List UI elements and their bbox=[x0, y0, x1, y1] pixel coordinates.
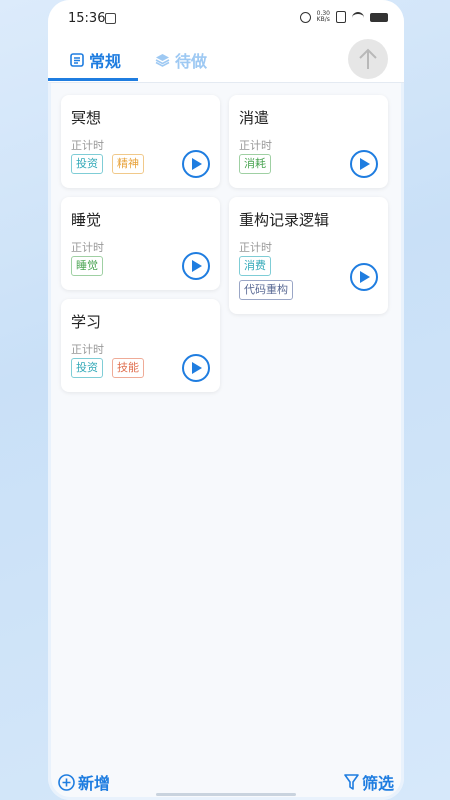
net-speed: 0.30 KB/s bbox=[316, 10, 330, 23]
card-subtitle: 正计时 bbox=[239, 241, 272, 254]
card-subtitle: 正计时 bbox=[71, 139, 104, 152]
play-icon bbox=[360, 271, 370, 283]
task-card[interactable]: 睡觉 正计时 睡觉 bbox=[61, 197, 220, 290]
wifi-icon bbox=[352, 11, 364, 23]
play-icon bbox=[192, 362, 202, 374]
play-icon bbox=[192, 158, 202, 170]
tab-label: 常规 bbox=[89, 52, 122, 71]
play-button[interactable] bbox=[350, 263, 378, 291]
filter-button[interactable]: 筛选 bbox=[344, 770, 394, 794]
add-circle-icon bbox=[58, 773, 75, 791]
tab-indicator bbox=[48, 78, 138, 81]
tag: 投资 bbox=[71, 154, 103, 174]
add-button[interactable]: 新增 bbox=[58, 770, 110, 794]
task-card[interactable]: 学习 正计时 投资 技能 bbox=[61, 299, 220, 392]
play-icon bbox=[192, 260, 202, 272]
tag: 精神 bbox=[112, 154, 144, 174]
tab-regular[interactable]: 常规 bbox=[70, 48, 121, 72]
mute-icon bbox=[299, 11, 311, 23]
filter-label: 筛选 bbox=[361, 774, 394, 793]
notification-icon bbox=[105, 13, 116, 24]
card-subtitle: 正计时 bbox=[71, 343, 104, 356]
tag: 消耗 bbox=[239, 154, 271, 174]
arrow-up-icon bbox=[359, 48, 377, 69]
tag: 消费 bbox=[239, 256, 271, 276]
add-label: 新增 bbox=[78, 774, 111, 793]
card-subtitle: 正计时 bbox=[239, 139, 272, 152]
status-icons: 0.30 KB/s bbox=[299, 10, 388, 23]
sim-icon bbox=[336, 11, 346, 23]
tab-label: 待做 bbox=[175, 52, 208, 71]
tag: 睡觉 bbox=[71, 256, 103, 276]
list-icon bbox=[70, 53, 84, 67]
card-title: 消遣 bbox=[239, 109, 270, 127]
play-button[interactable] bbox=[350, 150, 378, 178]
card-title: 睡觉 bbox=[71, 211, 102, 229]
home-indicator bbox=[156, 793, 296, 796]
battery-icon bbox=[370, 12, 388, 22]
play-button[interactable] bbox=[182, 252, 210, 280]
filter-icon bbox=[344, 774, 359, 790]
task-card[interactable]: 冥想 正计时 投资 精神 bbox=[61, 95, 220, 188]
app-window: 15:36 0.30 KB/s 常规 待做 冥想 正计时 投资 精神 消遣 正计… bbox=[48, 0, 404, 800]
layers-icon bbox=[155, 54, 170, 67]
play-button[interactable] bbox=[182, 354, 210, 382]
card-title: 重构记录逻辑 bbox=[239, 211, 330, 229]
divider bbox=[48, 82, 404, 83]
card-title: 冥想 bbox=[71, 109, 102, 127]
tab-bar: 常规 待做 bbox=[48, 36, 404, 82]
play-icon bbox=[360, 158, 370, 170]
card-title: 学习 bbox=[71, 313, 102, 331]
tag: 投资 bbox=[71, 358, 103, 378]
task-card[interactable]: 重构记录逻辑 正计时 消费 代码重构 bbox=[229, 197, 388, 314]
card-subtitle: 正计时 bbox=[71, 241, 104, 254]
tab-todo[interactable]: 待做 bbox=[155, 48, 207, 72]
play-button[interactable] bbox=[182, 150, 210, 178]
tag: 代码重构 bbox=[239, 280, 293, 300]
scroll-top-button[interactable] bbox=[348, 39, 388, 79]
task-card[interactable]: 消遣 正计时 消耗 bbox=[229, 95, 388, 188]
status-time: 15:36 bbox=[68, 11, 106, 26]
tag: 技能 bbox=[112, 358, 144, 378]
status-bar: 15:36 0.30 KB/s bbox=[48, 0, 404, 36]
